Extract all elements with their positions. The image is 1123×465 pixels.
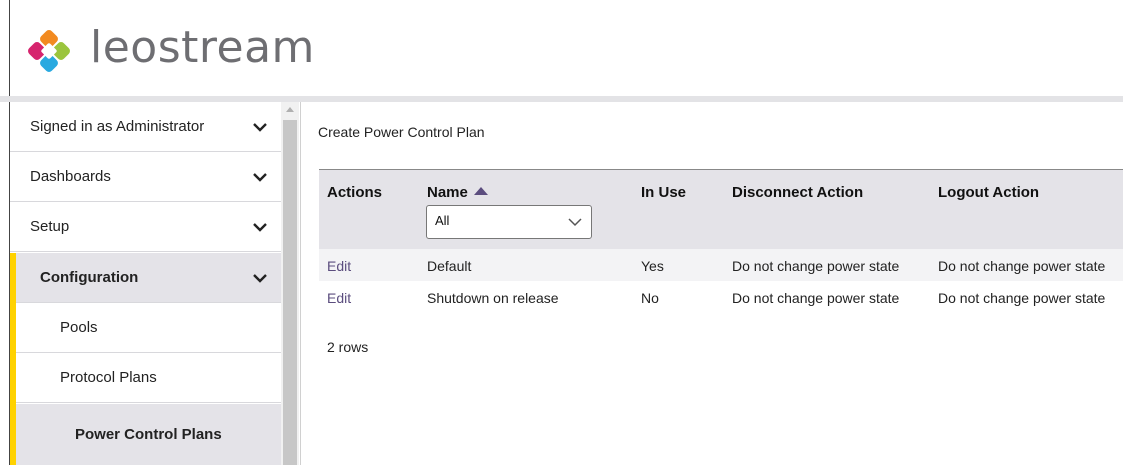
scroll-thumb[interactable] [283,120,297,465]
chevron-down-icon [253,123,267,132]
brand-name: leostream [90,22,315,73]
sidebar-item-pools[interactable]: Pools [10,303,282,353]
table-header: Actions Name In Use Disconnect Action Lo… [319,169,1123,249]
chevron-down-icon [253,223,267,232]
disconnect-action-value: Do not change power state [732,258,900,274]
sort-ascending-icon[interactable] [473,187,488,195]
name-filter-value: All [435,213,450,228]
chevron-down-icon [253,173,267,182]
sidebar-item-protocol-plans[interactable]: Protocol Plans [10,353,282,403]
column-header-in-use: In Use [641,184,687,201]
sidebar-item-configuration[interactable]: Configuration [10,253,282,303]
chevron-down-icon [253,274,267,283]
scroll-up-arrow-icon[interactable] [286,107,294,112]
table-row: Edit Default Yes Do not change power sta… [319,249,1123,281]
accent-bar [10,253,16,303]
disconnect-action-value: Do not change power state [732,290,900,306]
plan-name: Default [427,258,472,274]
column-header-name[interactable]: Name [427,184,488,201]
sidebar-scrollbar[interactable] [281,102,299,465]
leostream-logo-icon[interactable] [24,26,74,76]
plan-name: Shutdown on release [427,290,559,306]
logout-action-value: Do not change power state [938,290,1106,306]
sidebar-item-label: Power Control Plans [75,425,222,443]
row-count: 2 rows [327,339,369,355]
header-divider [9,0,10,96]
column-header-logout-action: Logout Action [938,184,1040,201]
sidebar-item-signed-in[interactable]: Signed in as Administrator [10,102,282,152]
column-header-disconnect-action: Disconnect Action [732,184,864,201]
column-header-name-label: Name [427,184,468,201]
edit-link[interactable]: Edit [327,258,351,274]
create-power-control-plan-link[interactable]: Create Power Control Plan [318,124,485,140]
logout-action-value: Do not change power state [938,258,1106,274]
column-header-actions: Actions [327,184,383,201]
table-row: Edit Shutdown on release No Do not chang… [319,281,1123,313]
content-divider [300,102,301,465]
chevron-down-icon [568,218,582,227]
edit-link[interactable]: Edit [327,290,351,306]
in-use-value: Yes [641,258,664,274]
sidebar-item-setup[interactable]: Setup [10,202,282,252]
accent-bar [10,404,16,465]
in-use-value: No [641,290,659,306]
app-header: leostream [0,0,1123,96]
name-filter-select[interactable]: All [426,205,592,239]
sidebar-nav: Signed in as Administrator Dashboards Se… [9,102,282,465]
sidebar-item-power-control-plans[interactable]: Power Control Plans [10,404,282,465]
sidebar-item-label: Pools [60,319,98,336]
sidebar-item-label: Setup [30,218,70,235]
accent-bar [10,303,16,404]
sidebar-item-label: Protocol Plans [60,369,157,386]
sidebar-item-label: Signed in as Administrator [30,118,205,135]
sidebar-item-label: Configuration [40,269,139,286]
sidebar-item-label: Dashboards [30,168,111,185]
sidebar-item-dashboards[interactable]: Dashboards [10,152,282,202]
